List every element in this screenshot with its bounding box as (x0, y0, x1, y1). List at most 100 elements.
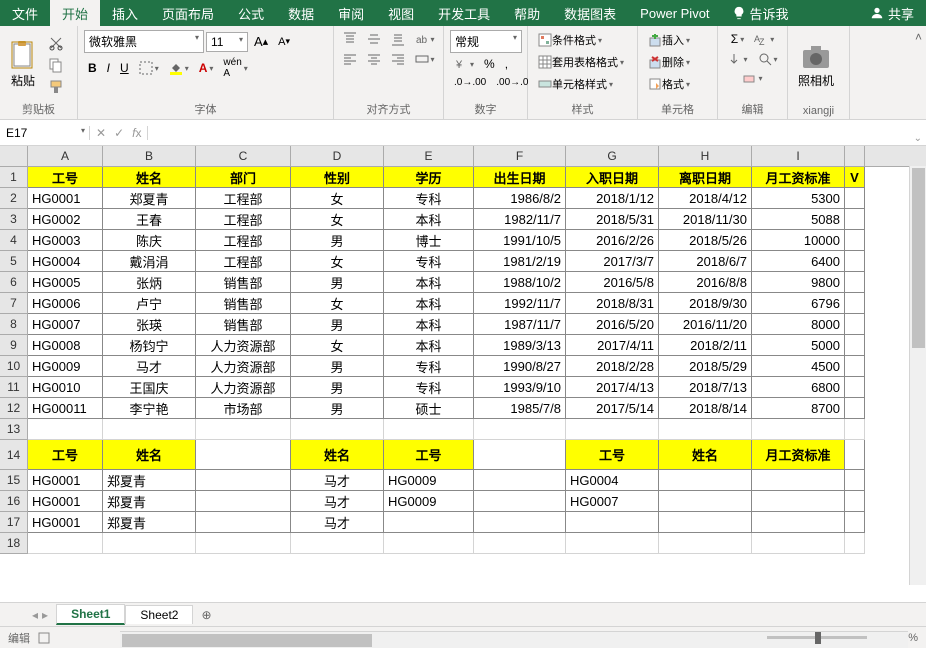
cell[interactable] (845, 512, 865, 533)
cancel-formula-button[interactable]: ✕ (96, 126, 106, 140)
row-header-14[interactable]: 14 (0, 440, 28, 470)
cell[interactable]: 销售部 (196, 272, 291, 293)
cell[interactable]: 部门 (196, 167, 291, 188)
tell-me-search[interactable]: 告诉我 (722, 4, 799, 23)
fill-button[interactable] (723, 51, 751, 67)
cell[interactable]: 市场部 (196, 398, 291, 419)
cell[interactable]: 马才 (291, 491, 384, 512)
cells-area[interactable]: 工号姓名部门性别学历出生日期入职日期离职日期月工资标准VHG0001郑夏青工程部… (28, 167, 926, 554)
tab-formulas[interactable]: 公式 (226, 0, 276, 26)
cell[interactable]: 马才 (103, 356, 196, 377)
row-header-7[interactable]: 7 (0, 293, 28, 314)
cell[interactable]: 1982/11/7 (474, 209, 566, 230)
decrease-decimal-button[interactable]: .00→.0 (492, 75, 532, 90)
cell[interactable]: 马才 (291, 470, 384, 491)
cell[interactable] (845, 356, 865, 377)
format-painter-button[interactable] (44, 77, 68, 97)
autosum-button[interactable]: Σ (727, 30, 748, 48)
border-button[interactable] (135, 59, 163, 77)
cell[interactable] (752, 470, 845, 491)
cell[interactable]: 2018/5/26 (659, 230, 752, 251)
tab-file[interactable]: 文件 (0, 0, 50, 26)
cell[interactable]: 女 (291, 293, 384, 314)
zoom-thumb[interactable] (815, 632, 821, 644)
cell[interactable]: 工程部 (196, 209, 291, 230)
tab-home[interactable]: 开始 (50, 0, 100, 26)
cell[interactable]: 郑夏青 (103, 188, 196, 209)
row-header-16[interactable]: 16 (0, 491, 28, 512)
align-bottom-button[interactable] (387, 30, 409, 48)
cell[interactable] (474, 470, 566, 491)
format-table-button[interactable]: 套用表格格式 (534, 52, 628, 72)
cell[interactable]: 2017/3/7 (566, 251, 659, 272)
cell[interactable] (474, 533, 566, 554)
cell[interactable] (845, 230, 865, 251)
name-box[interactable]: E17 (0, 126, 90, 140)
cell[interactable]: 学历 (384, 167, 474, 188)
cell[interactable] (566, 512, 659, 533)
cell[interactable]: 女 (291, 209, 384, 230)
cell[interactable]: 2018/2/28 (566, 356, 659, 377)
cell[interactable] (659, 533, 752, 554)
vertical-scrollbar[interactable] (909, 166, 926, 585)
cell[interactable]: 2016/11/20 (659, 314, 752, 335)
cell[interactable]: HG0009 (384, 470, 474, 491)
cell[interactable] (196, 533, 291, 554)
cell[interactable]: 工程部 (196, 251, 291, 272)
fx-button[interactable]: fx (132, 126, 141, 140)
cell[interactable] (103, 533, 196, 554)
cell[interactable]: 女 (291, 251, 384, 272)
cell[interactable] (845, 440, 865, 470)
row-header-10[interactable]: 10 (0, 356, 28, 377)
cell[interactable]: 男 (291, 230, 384, 251)
cell[interactable]: 男 (291, 356, 384, 377)
cell[interactable]: 姓名 (103, 167, 196, 188)
align-left-button[interactable] (339, 50, 361, 68)
align-top-button[interactable] (339, 30, 361, 48)
cell[interactable] (566, 419, 659, 440)
cell[interactable]: 2018/1/12 (566, 188, 659, 209)
cell[interactable]: 工程部 (196, 230, 291, 251)
cell[interactable] (196, 440, 291, 470)
cell[interactable]: 6400 (752, 251, 845, 272)
cell[interactable]: 1993/9/10 (474, 377, 566, 398)
cell[interactable]: 入职日期 (566, 167, 659, 188)
cell[interactable]: 出生日期 (474, 167, 566, 188)
cell[interactable]: 工号 (566, 440, 659, 470)
cell[interactable] (474, 440, 566, 470)
insert-cells-button[interactable]: 插入 (644, 30, 694, 50)
clear-button[interactable] (738, 70, 766, 86)
cell[interactable] (384, 533, 474, 554)
cell[interactable]: HG0001 (28, 512, 103, 533)
cell[interactable]: 工号 (28, 167, 103, 188)
sheet-nav-next[interactable]: ▸ (42, 608, 48, 622)
row-header-15[interactable]: 15 (0, 470, 28, 491)
cell[interactable]: HG0006 (28, 293, 103, 314)
font-color-button[interactable]: A (195, 59, 218, 77)
row-header-6[interactable]: 6 (0, 272, 28, 293)
cell[interactable] (845, 419, 865, 440)
cell[interactable] (752, 512, 845, 533)
row-header-9[interactable]: 9 (0, 335, 28, 356)
cell[interactable]: 1988/10/2 (474, 272, 566, 293)
cell[interactable] (196, 419, 291, 440)
cell[interactable]: HG0001 (28, 491, 103, 512)
tab-help[interactable]: 帮助 (502, 0, 552, 26)
hscroll-thumb[interactable] (122, 634, 372, 647)
cell[interactable] (845, 272, 865, 293)
cell[interactable] (291, 419, 384, 440)
cell[interactable]: V (845, 167, 865, 188)
cell[interactable] (659, 512, 752, 533)
cell[interactable] (659, 470, 752, 491)
cell[interactable]: 张炳 (103, 272, 196, 293)
cell[interactable]: 1986/8/2 (474, 188, 566, 209)
font-name-combo[interactable]: 微软雅黑 (84, 30, 204, 53)
share-button[interactable]: 共享 (858, 4, 926, 23)
row-header-8[interactable]: 8 (0, 314, 28, 335)
cell[interactable] (384, 512, 474, 533)
col-header-D[interactable]: D (291, 146, 384, 166)
cell[interactable]: 杨钧宁 (103, 335, 196, 356)
cell[interactable]: 离职日期 (659, 167, 752, 188)
number-format-combo[interactable]: 常规 (450, 30, 522, 53)
cell[interactable]: HG0001 (28, 188, 103, 209)
